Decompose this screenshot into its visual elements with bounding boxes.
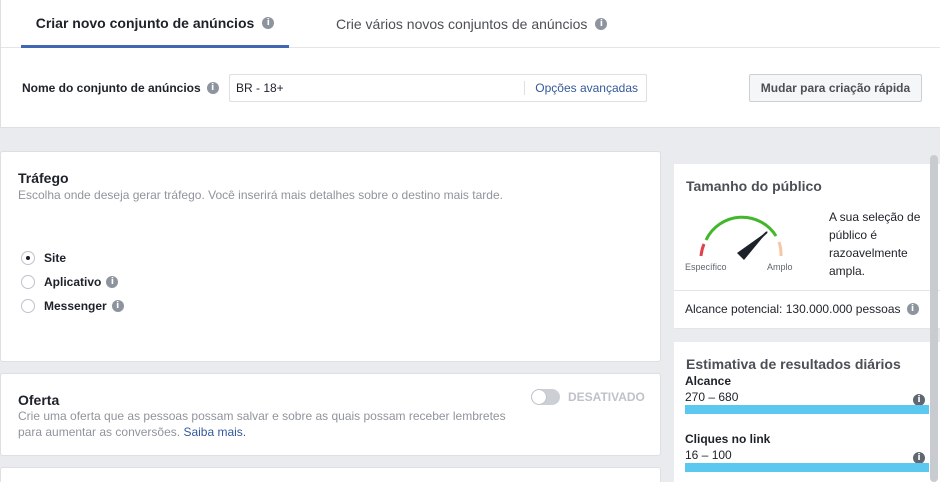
potential-reach: Alcance potencial: 130.000.000 pessoas i xyxy=(685,302,919,316)
radio-button[interactable] xyxy=(21,275,35,289)
adset-header-card: Criar novo conjunto de anúncios i Crie v… xyxy=(0,0,940,128)
daily-results-panel: Estimativa de resultados diários Alcance… xyxy=(674,342,940,482)
scrollbar[interactable] xyxy=(930,155,938,482)
option-label: Messenger xyxy=(44,299,107,313)
traffic-subtitle: Escolha onde deseja gerar tráfego. Você … xyxy=(18,188,503,202)
traffic-option-messenger[interactable]: Messenger i xyxy=(21,299,124,313)
toggle-switch[interactable] xyxy=(531,389,560,405)
audience-size-title: Tamanho do público xyxy=(686,178,822,194)
audience-description: A sua seleção de público é razoavelmente… xyxy=(829,210,921,278)
info-icon[interactable]: i xyxy=(262,16,275,29)
gauge-right-label: Amplo xyxy=(767,262,793,272)
offer-title: Oferta xyxy=(18,392,60,408)
offer-description-text: Crie uma oferta que as pessoas possam sa… xyxy=(18,409,506,439)
adset-name-label-text: Nome do conjunto de anúncios xyxy=(22,81,201,95)
traffic-option-site[interactable]: Site xyxy=(21,251,66,265)
info-icon[interactable]: i xyxy=(111,300,124,312)
tab-label: Criar novo conjunto de anúncios xyxy=(35,14,255,31)
adset-name-input[interactable] xyxy=(236,80,516,96)
reach-label: Alcance xyxy=(685,374,732,388)
potential-reach-text: Alcance potencial: 130.000.000 pessoas xyxy=(685,302,901,316)
tab-label: Crie vários novos conjuntos de anúncios xyxy=(336,16,588,32)
traffic-title: Tráfego xyxy=(18,170,69,186)
info-icon[interactable]: i xyxy=(206,82,219,94)
audience-gauge-icon: Específico Amplo xyxy=(685,215,793,272)
offer-toggle[interactable]: DESATIVADO xyxy=(531,389,645,405)
reach-range-bar xyxy=(685,405,929,414)
divider xyxy=(674,290,940,291)
tab-create-new-adset[interactable]: Criar novo conjunto de anúncios i xyxy=(21,0,289,48)
audience-size-panel: Tamanho do público Específico Amplo A su… xyxy=(674,164,940,329)
traffic-card: Tráfego Escolha onde deseja gerar tráfeg… xyxy=(0,151,661,362)
option-label: Site xyxy=(44,251,67,265)
traffic-option-app[interactable]: Aplicativo i xyxy=(21,275,119,289)
switch-quick-creation-button[interactable]: Mudar para criação rápida xyxy=(749,74,922,102)
reach-value: 270 – 680 xyxy=(685,390,739,404)
tab-create-multiple-adsets[interactable]: Crie vários novos conjuntos de anúncios … xyxy=(336,0,608,48)
advanced-options-link[interactable]: Opções avançadas xyxy=(524,81,638,95)
info-icon[interactable]: i xyxy=(106,276,119,288)
radio-button[interactable] xyxy=(21,299,35,313)
learn-more-link[interactable]: Saiba mais. xyxy=(183,425,246,439)
toggle-state-label: DESATIVADO xyxy=(568,390,645,404)
reach-info[interactable]: i xyxy=(913,391,925,406)
link-clicks-label: Cliques no link xyxy=(685,432,771,446)
radio-button[interactable] xyxy=(21,251,35,265)
next-section-card xyxy=(0,467,661,482)
info-icon[interactable]: i xyxy=(595,18,608,30)
adset-name-label: Nome do conjunto de anúncios i xyxy=(22,81,219,95)
daily-results-title: Estimativa de resultados diários xyxy=(686,356,901,372)
offer-description: Crie uma oferta que as pessoas possam sa… xyxy=(18,408,518,440)
link-clicks-value: 16 – 100 xyxy=(685,448,732,462)
link-clicks-info[interactable]: i xyxy=(913,449,925,464)
offer-card: Oferta DESATIVADO Crie uma oferta que as… xyxy=(0,373,661,456)
adset-name-field: Opções avançadas xyxy=(229,74,647,102)
gauge-left-label: Específico xyxy=(685,262,727,272)
info-icon[interactable]: i xyxy=(906,303,919,315)
option-label: Aplicativo xyxy=(44,275,102,289)
link-clicks-range-bar xyxy=(685,463,929,472)
creation-tabs: Criar novo conjunto de anúncios i Crie v… xyxy=(1,0,940,48)
